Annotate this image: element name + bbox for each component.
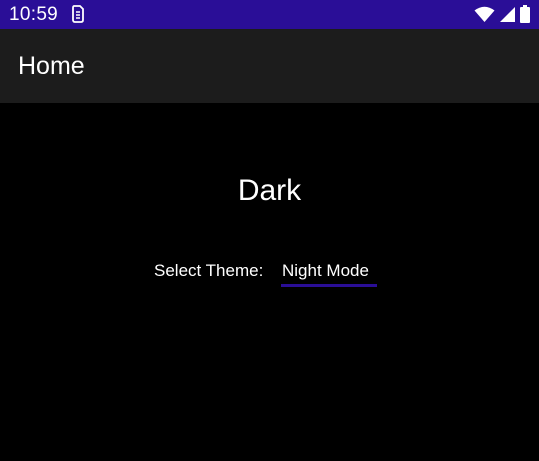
- battery-icon: [520, 5, 530, 23]
- theme-dropdown[interactable]: Night Mode: [281, 259, 377, 288]
- status-time: 10:59: [9, 4, 59, 25]
- signal-icon: [499, 6, 516, 23]
- current-theme-text: Dark: [237, 174, 302, 207]
- select-theme-label: Select Theme:: [154, 261, 264, 280]
- app-screen: 10:59 Home Dark Select Theme: Night Mode: [0, 0, 539, 461]
- app-bar: Home: [0, 29, 539, 103]
- status-bar: 10:59: [0, 0, 539, 29]
- status-icons: [474, 5, 530, 23]
- dropdown-underline: [281, 284, 377, 287]
- page-title: Home: [18, 52, 85, 80]
- theme-dropdown-value: Night Mode: [282, 261, 369, 280]
- wifi-icon: [474, 6, 495, 23]
- sim-card-icon: [71, 5, 85, 23]
